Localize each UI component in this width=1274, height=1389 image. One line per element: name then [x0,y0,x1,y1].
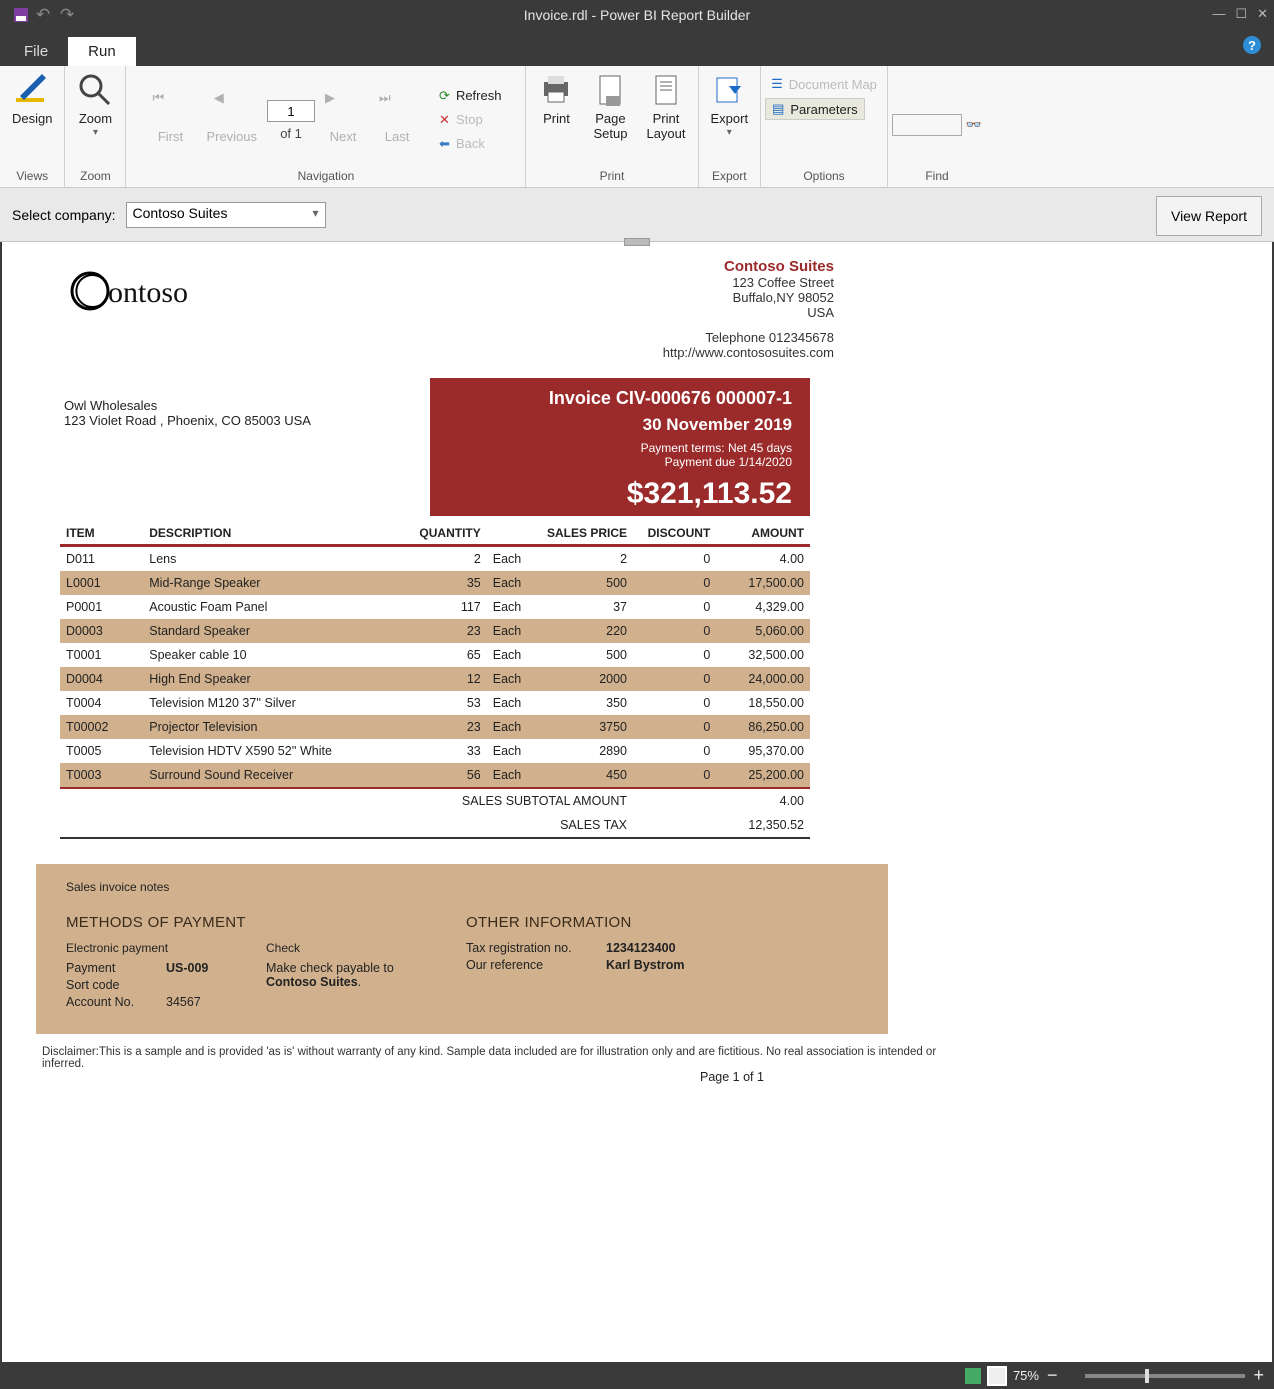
group-zoom: Zoom ▾ Zoom [65,66,126,187]
refresh-icon: ⟳ [439,88,450,104]
invoice-total: $321,113.52 [448,477,792,511]
group-label-export: Export [712,167,747,187]
view-mode-layout-icon[interactable] [989,1368,1005,1384]
app-title: Invoice.rdl - Power BI Report Builder [0,7,1274,23]
invoice-number: Invoice CIV-000676 000007-1 [448,388,792,409]
invoice-summary-box: Invoice CIV-000676 000007-1 30 November … [430,378,810,516]
group-options: ☰Document Map ▤Parameters Options [761,66,888,187]
first-icon: ⏮ [152,90,188,126]
group-label-options: Options [803,167,844,187]
status-bar: 75% − + [0,1362,1274,1389]
chevron-down-icon: ▾ [727,127,732,138]
invoice-notes-box: Sales invoice notes METHODS OF PAYMENT E… [36,864,888,1034]
stop-button[interactable]: ✕Stop [433,110,507,130]
tab-run[interactable]: Run [68,37,136,66]
group-export: Export▾ Export [699,66,762,187]
view-mode-normal-icon[interactable] [965,1368,981,1384]
table-row: P0001Acoustic Foam Panel117Each3704,329.… [60,595,810,619]
first-page-button[interactable]: ⏮First [144,86,196,149]
table-row: D0004High End Speaker12Each2000024,000.0… [60,667,810,691]
document-map-button[interactable]: ☰Document Map [765,74,883,94]
back-button[interactable]: ⬅Back [433,134,507,154]
magnifier-icon [77,72,113,108]
last-page-button[interactable]: ⏭Last [371,86,423,149]
ribbon-tabs: File Run ? [0,30,1274,66]
table-row: T0001Speaker cable 1065Each500032,500.00 [60,643,810,667]
group-print: Print Page Setup Print Layout Print [526,66,698,187]
group-label-navigation: Navigation [298,167,355,187]
maximize-button[interactable]: ☐ [1235,6,1247,22]
company-name: Contoso Suites [534,258,834,275]
company-logo: ontoso [70,266,240,319]
title-bar: ↶ ↷ Invoice.rdl - Power BI Report Builde… [0,0,1274,30]
page-total-label: of 1 [280,126,302,141]
page-number-input[interactable] [267,100,315,122]
report-viewer: ontoso Contoso Suites 123 Coffee Street … [0,242,1274,1362]
refresh-button[interactable]: ⟳Refresh [433,86,507,106]
param-label: Select company: [12,207,116,223]
page-setup-button[interactable]: Page Setup [584,68,636,146]
invoice-lines-table: ITEM DESCRIPTION QUANTITY SALES PRICE DI… [60,522,810,839]
minimize-button[interactable]: — [1212,6,1225,22]
table-row: T0005Television HDTV X590 52'' White33Ea… [60,739,810,763]
zoom-slider[interactable] [1085,1374,1245,1378]
table-row: T0004Television M120 37'' Silver53Each35… [60,691,810,715]
group-views: Design Views [0,66,65,187]
next-icon: ▶ [325,90,361,126]
zoom-out-button[interactable]: − [1047,1365,1058,1386]
parameters-icon: ▤ [772,101,784,117]
ribbon: Design Views Zoom ▾ Zoom ⏮First ◀Previou… [0,66,1274,188]
help-icon[interactable]: ? [1242,35,1262,61]
stop-icon: ✕ [439,112,450,128]
zoom-in-button[interactable]: + [1253,1365,1264,1386]
svg-text:ontoso: ontoso [108,276,188,309]
invoice-date: 30 November 2019 [448,415,792,435]
back-icon: ⬅ [439,136,450,152]
customer-block: Owl Wholesales 123 Violet Road , Phoenix… [64,398,311,428]
zoom-button[interactable]: Zoom ▾ [69,68,121,142]
printer-icon [538,72,574,108]
binoculars-icon[interactable]: 👓 [966,117,982,133]
design-button[interactable]: Design [4,68,60,131]
view-report-button[interactable]: View Report [1156,196,1262,236]
document-map-icon: ☰ [771,76,783,92]
group-navigation: ⏮First ◀Previous of 1 ▶Next ⏭Last ⟳Refre… [126,66,526,187]
group-label-views: Views [16,167,48,187]
company-select[interactable]: Contoso Suites [126,202,326,228]
table-row: L0001Mid-Range Speaker35Each500017,500.0… [60,571,810,595]
group-label-find: Find [925,167,948,187]
company-url: http://www.contososuites.com [534,345,834,360]
tab-file[interactable]: File [4,37,68,66]
print-layout-button[interactable]: Print Layout [638,68,693,146]
chevron-down-icon: ▾ [93,127,98,138]
parameters-button[interactable]: ▤Parameters [765,98,865,120]
group-label-zoom: Zoom [80,167,111,187]
page-of-label: Page 1 of 1 [700,1070,764,1084]
group-find: 👓 Find [888,66,986,187]
design-icon [14,72,50,108]
close-button[interactable]: ✕ [1257,6,1268,22]
svg-text:?: ? [1248,38,1256,53]
last-icon: ⏭ [379,90,415,126]
previous-page-button[interactable]: ◀Previous [198,86,265,149]
table-row: D0003Standard Speaker23Each22005,060.00 [60,619,810,643]
previous-icon: ◀ [214,90,250,126]
table-row: D011Lens2Each204.00 [60,546,810,572]
export-icon [711,72,747,108]
parameter-bar: Select company: Contoso Suites View Repo… [0,188,1274,242]
export-button[interactable]: Export▾ [703,68,757,142]
print-button[interactable]: Print [530,68,582,131]
print-layout-icon [648,72,684,108]
page-setup-icon [592,72,628,108]
group-label-print: Print [600,167,625,187]
find-input[interactable] [892,114,962,136]
splitter-handle[interactable] [624,238,650,246]
disclaimer-text: Disclaimer:This is a sample and is provi… [42,1046,942,1070]
zoom-level-label: 75% [1013,1368,1039,1383]
table-row: T0003Surround Sound Receiver56Each450025… [60,763,810,788]
next-page-button[interactable]: ▶Next [317,86,369,149]
company-info: Contoso Suites 123 Coffee Street Buffalo… [534,258,834,360]
table-row: T00002Projector Television23Each3750086,… [60,715,810,739]
